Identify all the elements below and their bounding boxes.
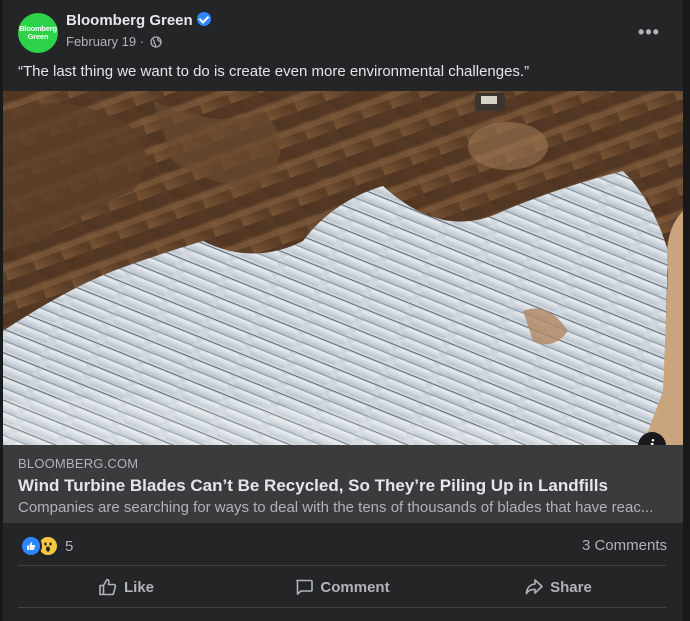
share-icon — [525, 579, 543, 595]
reaction-count: 5 — [65, 537, 74, 555]
thumbs-up-icon — [99, 578, 117, 596]
page-name: Bloomberg Green — [66, 12, 193, 29]
post-date-text: February 19 · — [66, 34, 145, 49]
more-options-button[interactable]: ••• — [633, 16, 665, 48]
link-preview-image[interactable]: i — [3, 91, 683, 445]
link-domain: BLOOMBERG.COM — [18, 456, 139, 471]
avatar[interactable]: Bloomberg Green — [18, 13, 58, 53]
verified-badge-icon — [196, 12, 211, 26]
post-text: “The last thing we want to do is create … — [18, 63, 530, 80]
comment-label: Comment — [320, 578, 390, 596]
share-button[interactable]: Share — [450, 566, 666, 608]
share-label: Share — [550, 578, 592, 596]
like-reaction-icon — [20, 535, 42, 557]
post-date[interactable]: February 19 · — [66, 34, 162, 49]
more-options-icon: ••• — [638, 21, 660, 42]
avatar-text-line2: Green — [27, 32, 49, 41]
comment-button[interactable]: Comment — [234, 566, 450, 608]
like-label: Like — [123, 578, 154, 596]
like-button[interactable]: Like — [18, 566, 234, 608]
info-icon: i — [650, 436, 655, 445]
comment-icon — [296, 579, 314, 595]
post-card: Bloomberg Green Bloomberg Green February… — [3, 0, 683, 621]
link-title[interactable]: Wind Turbine Blades Can’t Be Recycled, S… — [18, 476, 608, 496]
comments-count-link[interactable]: 3 Comments — [582, 537, 667, 554]
globe-icon — [150, 36, 162, 48]
post-actions-bar: Like Comment Share — [18, 566, 666, 608]
link-description: Companies are searching for ways to deal… — [18, 499, 654, 516]
actions-bottom-divider — [18, 607, 666, 608]
landfill-photo — [3, 91, 683, 445]
post-header: Bloomberg Green Bloomberg Green February… — [3, 10, 683, 56]
link-preview[interactable]: BLOOMBERG.COM Wind Turbine Blades Can’t … — [3, 445, 683, 523]
reactions-summary[interactable]: 5 — [20, 535, 73, 557]
page-name-link[interactable]: Bloomberg Green — [66, 12, 211, 29]
